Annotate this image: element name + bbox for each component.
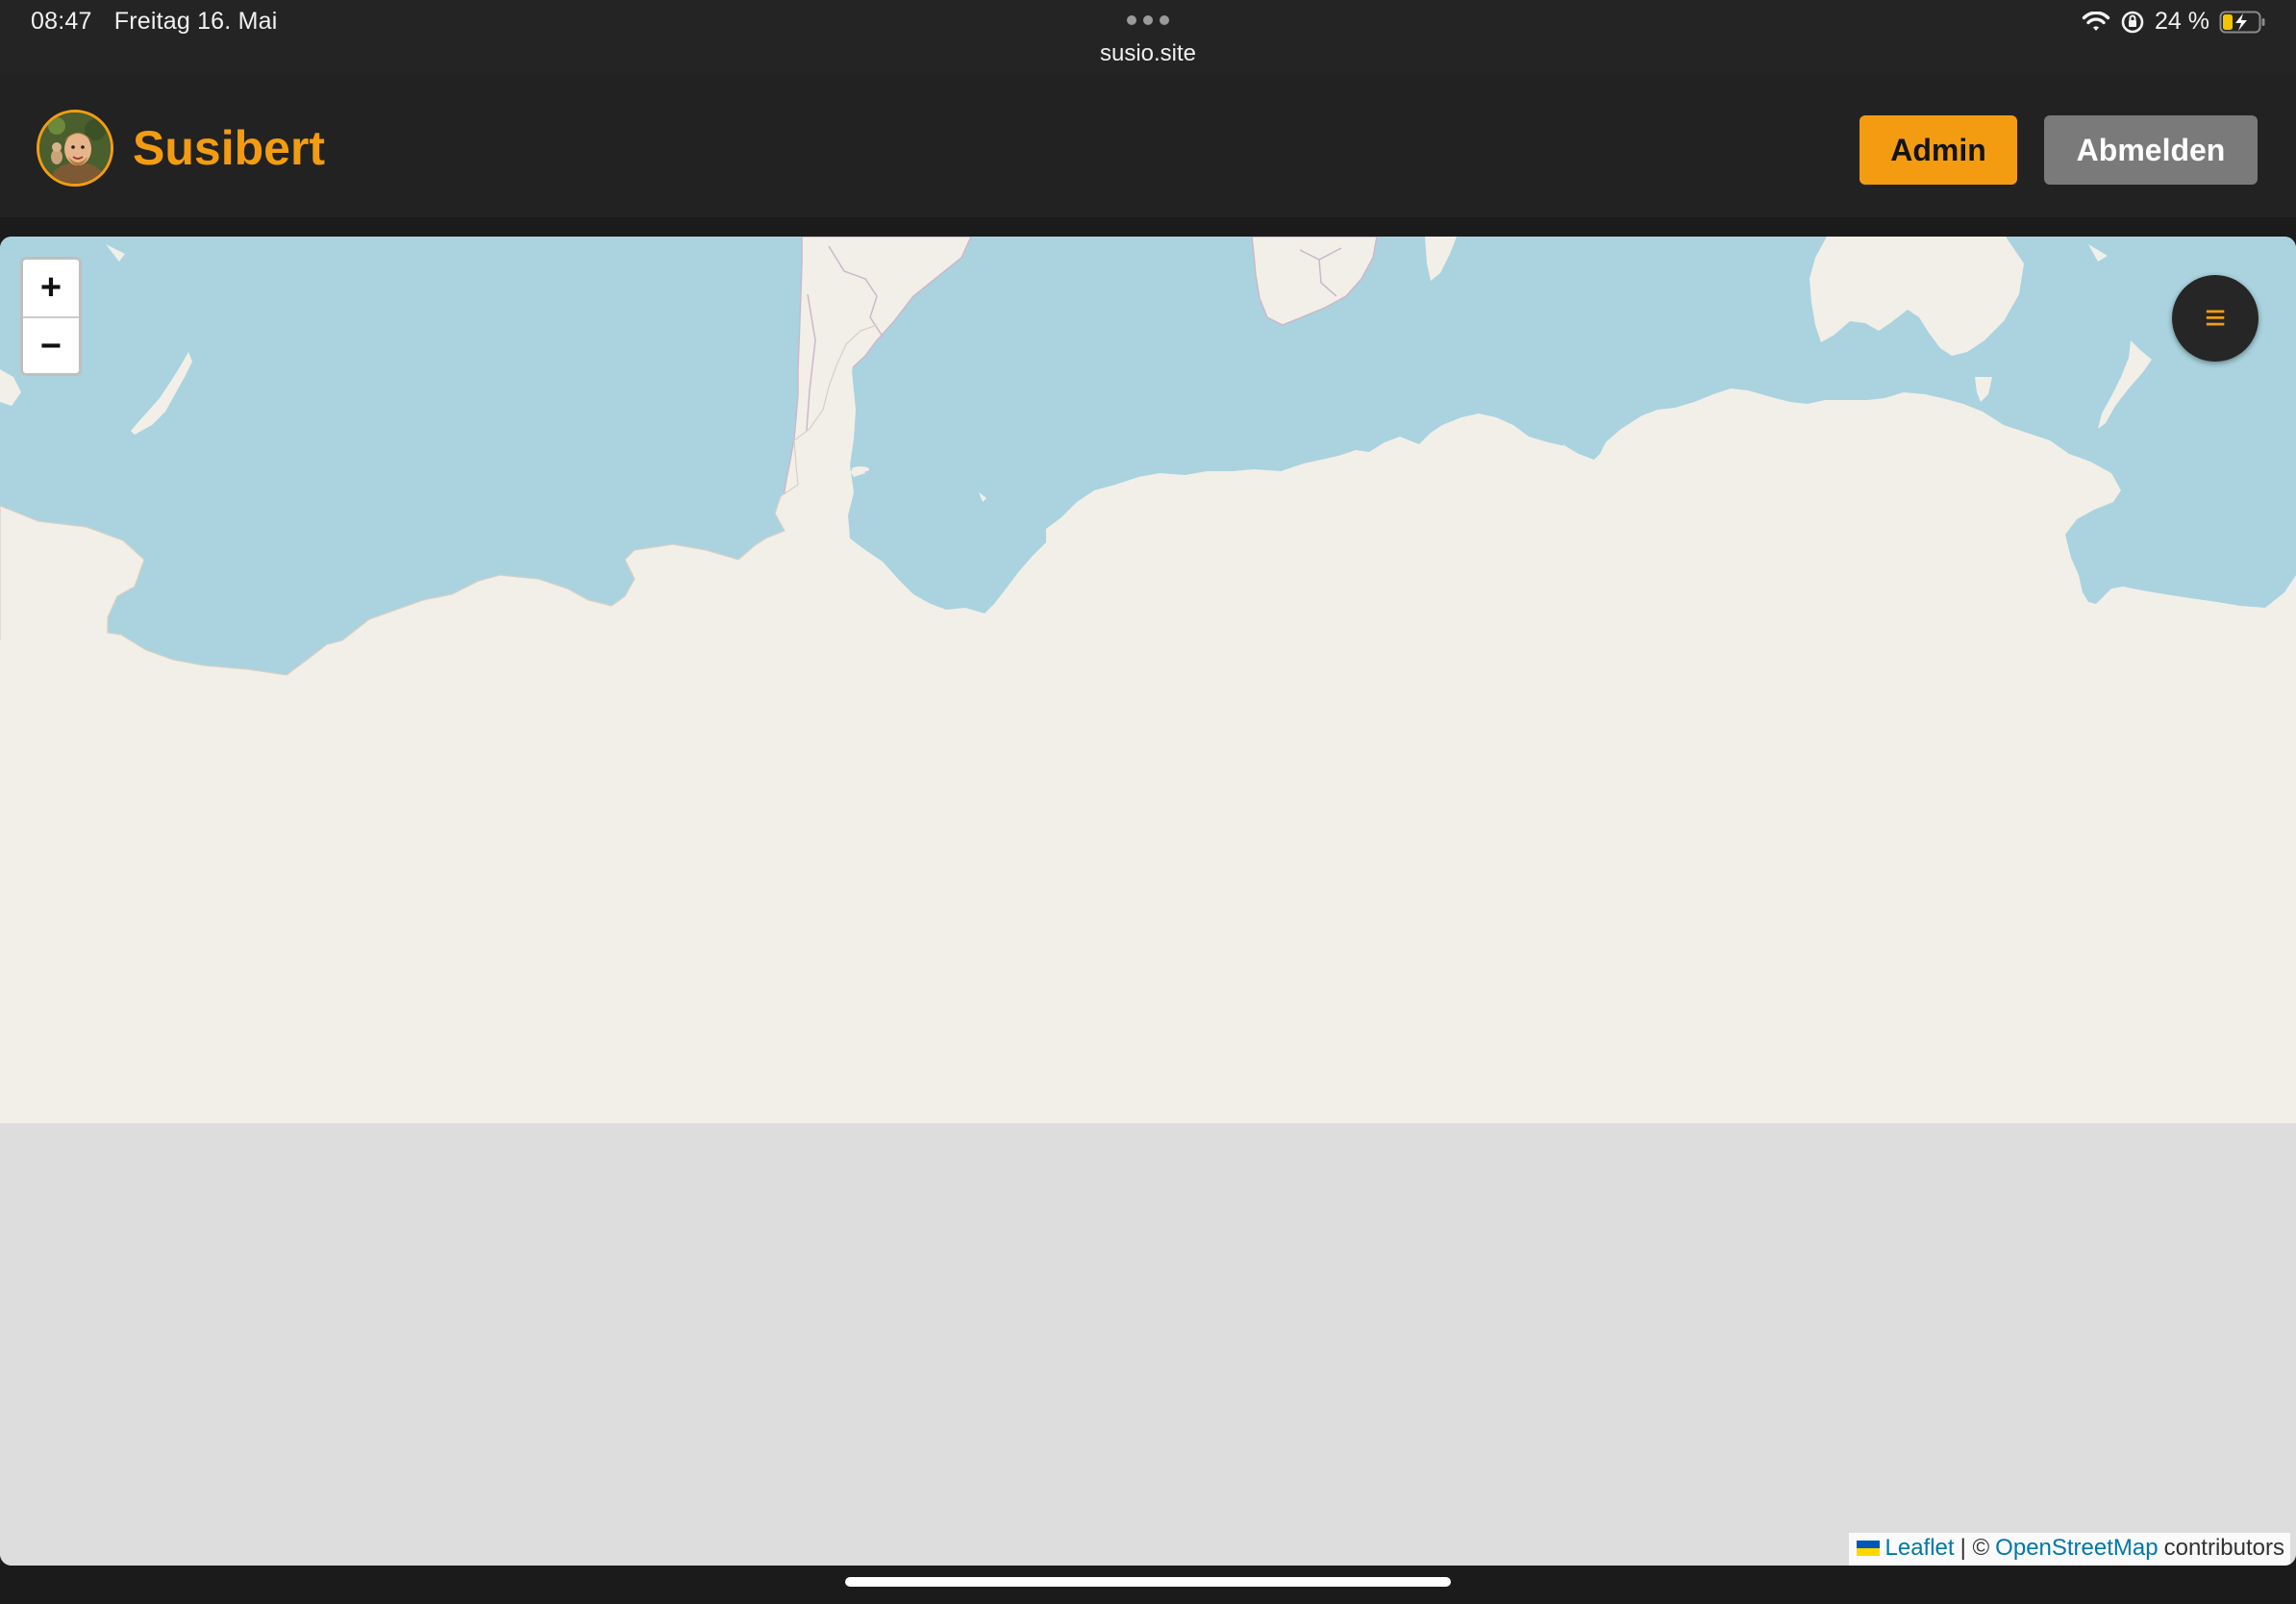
url-label[interactable]: susio.site	[0, 40, 2296, 67]
brand[interactable]: Susibert	[37, 110, 325, 187]
logout-button[interactable]: Abmelden	[2044, 115, 2258, 185]
brand-name: Susibert	[133, 121, 326, 175]
menu-button[interactable]: ≡	[2172, 275, 2259, 362]
app-header: Susibert Admin Abmelden	[0, 73, 2296, 217]
map-attribution: Leaflet | © OpenStreetMap contributors	[1848, 1533, 2290, 1566]
home-indicator[interactable]	[845, 1577, 1451, 1587]
battery-charging-icon	[2219, 11, 2265, 33]
unloaded-area	[0, 1123, 2296, 1566]
multitasking-dots-icon[interactable]	[1127, 15, 1169, 25]
avatar	[37, 110, 113, 187]
battery-percentage: 24 %	[2155, 8, 2209, 35]
leaflet-link[interactable]: Leaflet	[1885, 1535, 1955, 1562]
status-time-date: 08:47 Freitag 16. Mai	[31, 8, 277, 36]
zoom-out-button[interactable]: −	[23, 318, 79, 375]
map-view[interactable]: + − ≡ Leaflet | © OpenStreetMap contribu…	[0, 237, 2296, 1566]
attribution-separator: | ©	[1959, 1535, 1990, 1561]
wifi-icon	[2082, 11, 2110, 31]
hamburger-menu-icon: ≡	[2204, 297, 2227, 338]
zoom-in-button[interactable]: +	[23, 260, 79, 318]
status-indicators: 24 %	[2082, 8, 2267, 36]
orientation-lock-icon	[2121, 11, 2144, 33]
ukraine-flag-icon	[1856, 1541, 1880, 1556]
status-time: 08:47	[31, 8, 92, 35]
status-bar: 08:47 Freitag 16. Mai susio.site 24 %	[0, 0, 2296, 73]
openstreetmap-link[interactable]: OpenStreetMap	[1995, 1535, 2158, 1562]
attribution-suffix: contributors	[2163, 1535, 2284, 1561]
map-tiles[interactable]	[0, 237, 2296, 1566]
admin-button[interactable]: Admin	[1859, 115, 2017, 185]
status-date: Freitag 16. Mai	[113, 8, 278, 35]
zoom-control: + −	[20, 257, 82, 376]
